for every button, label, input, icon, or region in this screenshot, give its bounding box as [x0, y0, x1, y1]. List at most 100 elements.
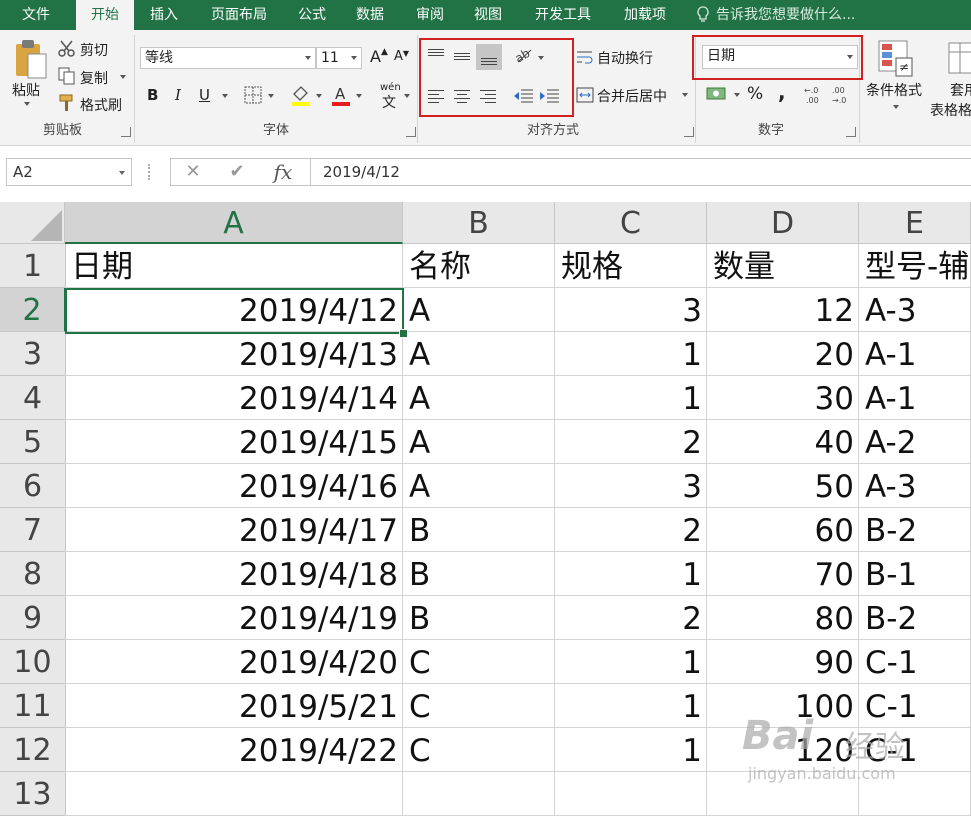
- font-launcher-icon[interactable]: [406, 127, 416, 137]
- column-header-b[interactable]: B: [403, 202, 555, 244]
- cell-col-a-row-6[interactable]: 2019/4/16: [65, 464, 403, 508]
- copy-button[interactable]: 复制: [80, 68, 108, 88]
- insert-function-button[interactable]: fx: [266, 158, 300, 186]
- format-as-table-label-2[interactable]: 表格格: [930, 100, 971, 120]
- tab-formulas[interactable]: 公式: [288, 0, 336, 30]
- bold-button[interactable]: B: [147, 86, 158, 104]
- cell-col-e-row-3[interactable]: A-1: [859, 332, 971, 376]
- cell-col-b-row-8[interactable]: B: [403, 552, 555, 596]
- cell-col-c-row-2[interactable]: 3: [555, 288, 707, 332]
- format-painter-icon[interactable]: [58, 94, 76, 116]
- fill-color-icon[interactable]: [290, 84, 312, 110]
- cell-col-c-row-10[interactable]: 1: [555, 640, 707, 684]
- cell-col-b-row-9[interactable]: B: [403, 596, 555, 640]
- number-launcher-icon[interactable]: [846, 127, 856, 137]
- shrink-font-button[interactable]: A▼: [394, 49, 409, 64]
- select-all-corner[interactable]: [0, 202, 65, 244]
- wrap-text-button[interactable]: 自动换行: [597, 48, 653, 68]
- format-painter-button[interactable]: 格式刷: [80, 95, 122, 115]
- italic-button[interactable]: I: [175, 86, 181, 104]
- format-as-table-label-1[interactable]: 套用: [950, 80, 971, 100]
- column-header-c[interactable]: C: [555, 202, 707, 244]
- cell-col-c-row-8[interactable]: 1: [555, 552, 707, 596]
- fill-color-dropdown-icon[interactable]: [316, 94, 322, 98]
- cell-col-e-row-9[interactable]: B-2: [859, 596, 971, 640]
- cell-col-a-row-9[interactable]: 2019/4/19: [65, 596, 403, 640]
- cell-col-d-row-1[interactable]: 数量: [707, 244, 859, 288]
- row-header-3[interactable]: 3: [0, 332, 66, 376]
- row-header-13[interactable]: 13: [0, 772, 66, 816]
- cell-col-c-row-9[interactable]: 2: [555, 596, 707, 640]
- tab-data[interactable]: 数据: [346, 0, 394, 30]
- accounting-format-icon[interactable]: [706, 84, 730, 108]
- row-header-2[interactable]: 2: [0, 288, 66, 332]
- grow-font-button[interactable]: A▲: [370, 47, 388, 66]
- cell-col-c-row-5[interactable]: 2: [555, 420, 707, 464]
- row-header-8[interactable]: 8: [0, 552, 66, 596]
- conditional-formatting-icon[interactable]: ≠: [878, 40, 914, 82]
- cancel-button[interactable]: ✕: [178, 158, 208, 186]
- cell-col-a-row-8[interactable]: 2019/4/18: [65, 552, 403, 596]
- cut-button[interactable]: 剪切: [80, 40, 108, 60]
- merge-center-button[interactable]: 合并后居中: [597, 86, 667, 106]
- cell-col-c-row-3[interactable]: 1: [555, 332, 707, 376]
- cell-col-d-row-7[interactable]: 60: [707, 508, 859, 552]
- cell-col-b-row-12[interactable]: C: [403, 728, 555, 772]
- cell-col-d-row-5[interactable]: 40: [707, 420, 859, 464]
- row-header-1[interactable]: 1: [0, 244, 66, 288]
- cell-col-a-row-2[interactable]: 2019/4/12: [65, 288, 403, 332]
- cell-col-c-row-4[interactable]: 1: [555, 376, 707, 420]
- phonetic-dropdown-icon[interactable]: [404, 94, 410, 98]
- cell-col-e-row-4[interactable]: A-1: [859, 376, 971, 420]
- tab-page-layout[interactable]: 页面布局: [200, 0, 278, 30]
- row-header-4[interactable]: 4: [0, 376, 66, 420]
- cell-col-a-row-13[interactable]: [65, 772, 403, 816]
- row-header-12[interactable]: 12: [0, 728, 66, 772]
- tab-developer[interactable]: 开发工具: [524, 0, 602, 30]
- cell-col-a-row-10[interactable]: 2019/4/20: [65, 640, 403, 684]
- fill-handle[interactable]: [399, 329, 408, 338]
- underline-dropdown-icon[interactable]: [222, 94, 228, 98]
- cell-col-b-row-5[interactable]: A: [403, 420, 555, 464]
- cell-col-c-row-12[interactable]: 1: [555, 728, 707, 772]
- cell-col-b-row-2[interactable]: A: [403, 288, 555, 332]
- cell-col-c-row-11[interactable]: 1: [555, 684, 707, 728]
- name-box[interactable]: A2: [6, 158, 132, 186]
- cell-col-d-row-4[interactable]: 30: [707, 376, 859, 420]
- cell-col-b-row-7[interactable]: B: [403, 508, 555, 552]
- chevron-down-icon[interactable]: [119, 171, 125, 175]
- cell-col-c-row-7[interactable]: 2: [555, 508, 707, 552]
- column-header-d[interactable]: D: [707, 202, 859, 244]
- wrap-text-icon[interactable]: [576, 48, 594, 70]
- cell-col-b-row-13[interactable]: [403, 772, 555, 816]
- font-color-dropdown-icon[interactable]: [356, 94, 362, 98]
- cell-col-c-row-13[interactable]: [555, 772, 707, 816]
- paste-button[interactable]: 粘贴: [12, 80, 40, 100]
- accounting-dropdown-icon[interactable]: [734, 93, 740, 97]
- cell-col-d-row-6[interactable]: 50: [707, 464, 859, 508]
- row-header-10[interactable]: 10: [0, 640, 66, 684]
- decrease-decimal-icon[interactable]: .00 →.0: [832, 84, 856, 110]
- cell-col-a-row-11[interactable]: 2019/5/21: [65, 684, 403, 728]
- cell-col-b-row-11[interactable]: C: [403, 684, 555, 728]
- merge-center-icon[interactable]: [576, 86, 594, 108]
- cell-col-a-row-4[interactable]: 2019/4/14: [65, 376, 403, 420]
- copy-icon[interactable]: [58, 67, 76, 89]
- column-header-a[interactable]: A: [65, 202, 403, 244]
- font-color-icon[interactable]: A: [330, 84, 352, 110]
- scissors-icon[interactable]: [58, 40, 76, 62]
- cell-col-b-row-3[interactable]: A: [403, 332, 555, 376]
- tab-addins[interactable]: 加载项: [614, 0, 676, 30]
- enter-button[interactable]: ✔: [222, 158, 252, 186]
- tab-insert[interactable]: 插入: [140, 0, 188, 30]
- copy-dropdown-icon[interactable]: [120, 75, 126, 79]
- paste-icon[interactable]: [14, 38, 50, 86]
- column-header-e[interactable]: E: [859, 202, 971, 244]
- cell-col-d-row-8[interactable]: 70: [707, 552, 859, 596]
- cell-col-d-row-9[interactable]: 80: [707, 596, 859, 640]
- cell-col-a-row-1[interactable]: 日期: [65, 244, 403, 288]
- increase-decimal-icon[interactable]: ←.0.00: [804, 84, 828, 110]
- cell-col-c-row-1[interactable]: 规格: [555, 244, 707, 288]
- percent-style-button[interactable]: %: [747, 84, 763, 104]
- cell-col-a-row-12[interactable]: 2019/4/22: [65, 728, 403, 772]
